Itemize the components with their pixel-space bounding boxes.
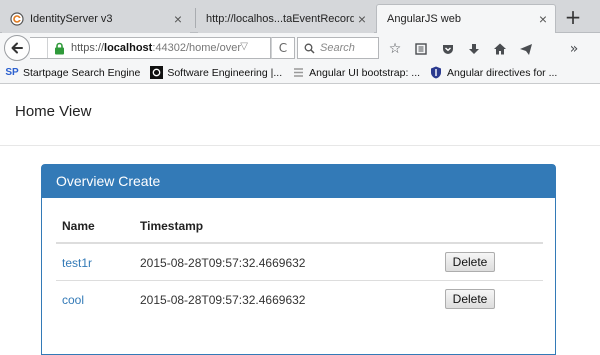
tab-eventrecords[interactable]: http://localhos...taEventRecords × [198,4,374,33]
star-icon[interactable]: ☆ [387,41,403,57]
column-header-name: Name [62,219,95,233]
back-arrow-icon [11,42,23,54]
record-timestamp: 2015-08-28T09:57:32.4669632 [140,256,306,270]
panel-title: Overview Create [42,165,555,198]
record-timestamp: 2015-08-28T09:57:32.4669632 [140,293,306,307]
page-title[interactable]: Home View [15,103,91,120]
bookmark-label: Software Engineering |... [167,66,283,79]
navigation-toolbar: https://localhost:44302/home/over ▽ C Se… [0,33,600,62]
table-row: test1r 2015-08-28T09:57:32.4669632 Delet… [56,244,543,281]
close-tab-icon[interactable]: × [358,12,366,26]
tab-identityserver[interactable]: IdentityServer v3 × [2,4,190,33]
tab-divider [195,8,196,28]
url-text: https://localhost:44302/home/over [71,42,241,54]
identityserver-favicon-icon [10,11,24,26]
tab-strip: IdentityServer v3 × http://localhos...ta… [0,0,600,33]
record-name-link[interactable]: cool [62,293,84,307]
back-button[interactable] [4,35,30,61]
close-tab-icon[interactable]: × [174,12,182,26]
bookmark-label: Angular UI bootstrap: ... [309,66,421,79]
delete-button[interactable]: Delete [445,252,495,272]
bookmark-angular-ui-bootstrap[interactable]: Angular UI bootstrap: ... [291,66,420,80]
tab-angularjs-web[interactable]: AngularJS web × [376,4,556,33]
bookmark-startpage[interactable]: SP Startpage Search Engine [5,66,140,80]
bootstrap-icon [291,66,305,80]
overflow-icon[interactable]: » [566,41,582,57]
search-icon [304,43,315,54]
download-icon[interactable] [466,41,482,57]
new-tab-button[interactable]: + [561,6,585,30]
bookmark-label: Startpage Search Engine [23,66,141,79]
column-header-timestamp: Timestamp [140,219,204,233]
share-icon[interactable] [518,41,534,57]
tab-title: AngularJS web [387,13,461,25]
table-header-row: Name Timestamp [56,208,543,244]
startpage-icon: SP [5,67,19,78]
record-name-link[interactable]: test1r [62,256,92,270]
table-row: cool 2015-08-28T09:57:32.4669632 Delete [56,281,543,318]
shield-icon [429,66,443,80]
search-input[interactable]: Search [297,37,379,59]
address-bar[interactable]: https://localhost:44302/home/over ▽ [30,37,271,59]
close-tab-icon[interactable]: × [539,12,547,26]
reload-icon: C [278,41,288,55]
page-content: Home View Overview Create Name Timestamp… [0,85,600,355]
bookmark-label: Angular directives for ... [447,66,558,79]
blog-icon [149,66,163,80]
bookmarks-toolbar: SP Startpage Search Engine Software Engi… [0,62,600,84]
page-header: Home View [0,85,600,146]
pocket-icon[interactable] [440,41,456,57]
tab-title: http://localhos...taEventRecords [206,12,354,25]
search-placeholder: Search [320,42,355,54]
delete-button[interactable]: Delete [445,289,495,309]
tab-title: IdentityServer v3 [30,12,113,25]
forward-button[interactable] [30,38,48,58]
bookmark-angular-directives[interactable]: Angular directives for ... [429,66,557,80]
reload-button[interactable]: C [271,37,295,59]
url-path: :44302/home/over [152,42,241,54]
home-icon[interactable] [492,41,508,57]
bookmark-software-engineering[interactable]: Software Engineering |... [149,66,282,80]
url-dropdown-icon[interactable]: ▽ [240,41,248,52]
lock-icon[interactable] [54,41,66,55]
url-scheme: https:// [71,42,105,54]
reading-list-icon[interactable] [413,41,429,57]
overview-panel: Overview Create Name Timestamp test1r 20… [41,164,556,355]
url-host: localhost [104,42,153,54]
